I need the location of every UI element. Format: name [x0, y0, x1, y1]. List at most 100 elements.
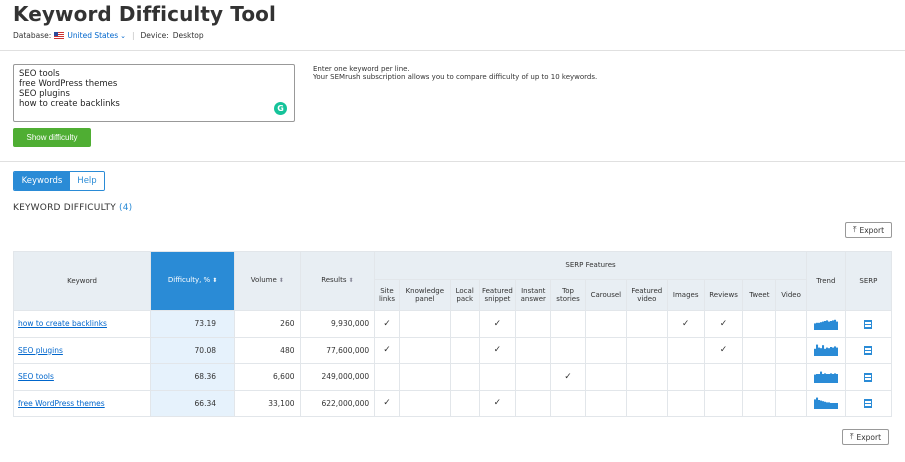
- difficulty-cell: 70.08: [150, 336, 236, 364]
- tab-help[interactable]: Help: [70, 172, 104, 190]
- feature-cell: [550, 310, 586, 338]
- serp-cell: [844, 363, 893, 391]
- feature-cell: [625, 310, 668, 338]
- sort-icon[interactable]: ⬍: [279, 277, 284, 284]
- trend-bar: [817, 347, 820, 357]
- col-volume[interactable]: Volume ⬍: [234, 251, 301, 311]
- keyword-count: (4): [119, 203, 133, 213]
- export-label: Export: [856, 432, 882, 442]
- col-feature: Knowledge panel: [398, 279, 451, 311]
- difficulty-cell: 68.36: [150, 363, 236, 391]
- trend-bar: [819, 371, 822, 383]
- database-selector[interactable]: United States: [67, 31, 118, 40]
- keyword-line: SEO tools: [19, 69, 60, 79]
- feature-cell: [584, 310, 627, 338]
- volume-cell: 6,600: [234, 363, 301, 391]
- col-feature: Featured snippet: [478, 279, 517, 311]
- feature-cell: [515, 336, 552, 364]
- col-feature: Tweet: [742, 279, 777, 311]
- feature-label-line: Site: [380, 286, 394, 295]
- feature-label-line: links: [378, 295, 395, 303]
- grammarly-icon[interactable]: G: [274, 102, 287, 115]
- col-feature: Top stories: [550, 279, 586, 311]
- feature-label-line: Video: [781, 290, 801, 299]
- keyword-difficulty-table: Keyword Difficulty, % ⬍ Volume ⬍ Results ⬍ …: [12, 251, 893, 417]
- feature-cell: [398, 310, 451, 338]
- feature-label-line: Images: [672, 290, 699, 299]
- serp-document-icon[interactable]: [864, 399, 873, 408]
- feature-cell: [775, 336, 807, 364]
- upload-icon: ⤒: [852, 225, 857, 234]
- hint-line: Your SEMrush subscription allows you to …: [313, 73, 598, 81]
- serp-document-icon[interactable]: [864, 372, 873, 382]
- check-icon: ✓: [478, 310, 517, 338]
- meta-divider: |: [132, 31, 135, 40]
- trend-bar: [831, 403, 834, 410]
- trend-bar: [827, 321, 830, 330]
- check-icon: ✓: [478, 389, 517, 417]
- feature-cell: [449, 310, 480, 338]
- database-meta: Database: United States ⌄ | Device: Desk…: [13, 31, 204, 40]
- serp-document-icon[interactable]: [864, 346, 873, 355]
- sort-icon[interactable]: ⬍: [212, 277, 217, 284]
- keyword-link[interactable]: SEO tools: [18, 372, 54, 381]
- trend-cell: [805, 363, 846, 391]
- serp-document-icon[interactable]: [864, 319, 873, 329]
- device-value: Desktop: [172, 31, 204, 40]
- feature-cell: [550, 336, 586, 364]
- feature-cell: [742, 389, 777, 417]
- tab-keywords[interactable]: Keywords: [14, 172, 70, 190]
- trend-bar: [821, 345, 824, 357]
- feature-cell: [742, 310, 777, 338]
- trend-bar: [815, 397, 818, 410]
- trend-bar: [815, 373, 818, 383]
- keywords-textarea[interactable]: SEO tools free WordPress themes SEO plug…: [13, 64, 295, 122]
- feature-label-line: video: [637, 295, 657, 303]
- trend-bar: [829, 403, 832, 410]
- feature-cell: [775, 310, 807, 338]
- show-difficulty-button[interactable]: Show difficulty: [13, 128, 91, 147]
- export-button-top[interactable]: ⤒ Export: [845, 222, 892, 238]
- check-icon: ✓: [703, 310, 744, 338]
- keyword-link[interactable]: how to create backlinks: [18, 319, 107, 328]
- col-difficulty[interactable]: Difficulty, % ⬍: [150, 251, 236, 311]
- sort-icon[interactable]: ⬍: [348, 277, 353, 284]
- keyword-cell: SEO plugins: [12, 336, 152, 364]
- feature-cell: [584, 363, 627, 391]
- trend-bar: [813, 323, 816, 330]
- check-icon: ✓: [666, 310, 705, 338]
- trend-bar: [829, 320, 832, 330]
- feature-cell: [398, 336, 451, 364]
- col-results[interactable]: Results ⬍: [299, 251, 376, 311]
- col-feature: Video: [775, 279, 807, 311]
- input-hint: Enter one keyword per line. Your SEMrush…: [313, 65, 597, 81]
- col-feature: Site links: [374, 279, 400, 311]
- feature-cell: [625, 389, 668, 417]
- keyword-link[interactable]: SEO plugins: [18, 346, 63, 355]
- trend-bar: [813, 374, 816, 383]
- section-title-text: KEYWORD DIFFICULTY: [13, 203, 116, 213]
- trend-bar: [819, 400, 822, 410]
- difficulty-cell: 73.19: [150, 310, 236, 338]
- trend-bar: [823, 349, 826, 357]
- feature-cell: [703, 363, 744, 391]
- feature-cell: [398, 363, 451, 391]
- keyword-link[interactable]: free WordPress themes: [18, 399, 105, 408]
- feature-label-line: Featured: [481, 286, 513, 295]
- feature-cell: [478, 363, 517, 391]
- check-icon: ✓: [374, 310, 400, 338]
- feature-cell: [515, 363, 552, 391]
- col-feature: Images: [666, 279, 705, 311]
- feature-cell: [703, 389, 744, 417]
- chevron-down-icon[interactable]: ⌄: [120, 32, 126, 40]
- trend-bar: [829, 373, 832, 383]
- trend-bar: [825, 347, 828, 357]
- results-cell: 77,600,000: [299, 336, 376, 364]
- col-feature: Carousel: [584, 279, 627, 311]
- export-button-bottom[interactable]: ⤒ Export: [842, 429, 889, 445]
- feature-label-line: Tweet: [749, 290, 770, 299]
- feature-label-line: pack: [456, 295, 474, 303]
- trend-bar: [835, 403, 838, 410]
- keyword-line: SEO plugins: [19, 89, 70, 99]
- keyword-cell: free WordPress themes: [12, 389, 152, 417]
